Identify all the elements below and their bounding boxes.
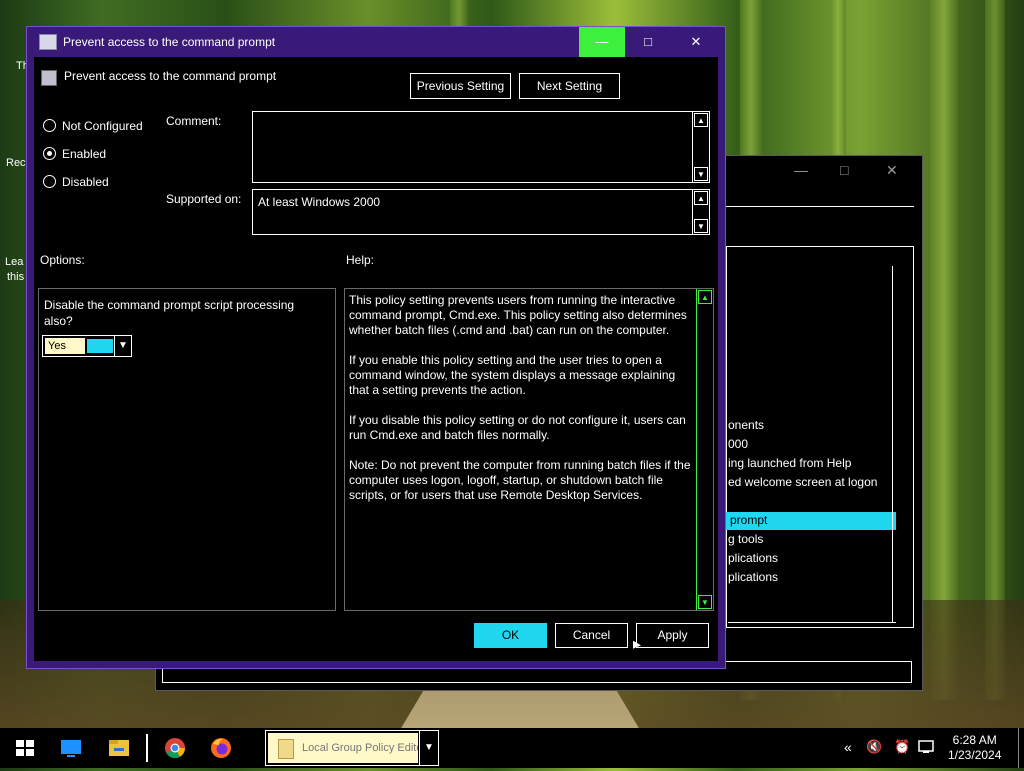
system-clock[interactable]: 6:28 AM 1/23/2024: [948, 733, 1001, 763]
scroll-down-icon[interactable]: ▼: [694, 167, 708, 181]
comment-textarea[interactable]: ▲ ▼: [252, 111, 710, 183]
next-setting-button[interactable]: Next Setting: [519, 73, 620, 99]
dropdown-value: Yes: [45, 338, 85, 354]
supported-scrollbar[interactable]: ▲ ▼: [692, 190, 709, 234]
help-label: Help:: [346, 253, 375, 267]
radio-circle: [43, 175, 56, 188]
help-scrollbar[interactable]: ▲ ▼: [696, 289, 713, 610]
ok-button[interactable]: OK: [474, 623, 547, 648]
taskbar-separator: [146, 734, 148, 762]
help-paragraph: This policy setting prevents users from …: [349, 293, 687, 337]
help-paragraph: If you enable this policy setting and th…: [349, 353, 676, 397]
list-item[interactable]: plications: [728, 570, 778, 584]
bg-vertical-scrollbar[interactable]: [892, 266, 911, 622]
close-button[interactable]: ✕: [673, 27, 719, 57]
scroll-up-icon[interactable]: ▲: [698, 290, 712, 304]
comment-label: Comment:: [166, 114, 222, 128]
chevron-down-icon[interactable]: ▼: [419, 731, 438, 765]
taskbar: Local Group Policy Editor ▼ « 🔇 ⏰ 6:28 A…: [0, 728, 1024, 768]
cancel-button[interactable]: Cancel: [555, 623, 628, 648]
help-paragraph: If you disable this policy setting or do…: [349, 413, 686, 442]
alarm-clock-icon[interactable]: ⏰: [894, 739, 910, 755]
scroll-up-icon[interactable]: ▲: [694, 191, 708, 205]
bg-close-button[interactable]: ✕: [886, 162, 898, 179]
list-item[interactable]: 000: [728, 437, 748, 451]
windows-start-icon[interactable]: [14, 728, 36, 768]
maximize-button[interactable]: □: [625, 27, 671, 57]
network-icon[interactable]: [918, 739, 934, 758]
setting-icon: [41, 70, 57, 86]
list-item[interactable]: onents: [728, 418, 764, 432]
volume-muted-icon[interactable]: 🔇: [866, 739, 882, 755]
options-label: Options:: [40, 253, 85, 267]
scroll-down-icon[interactable]: ▼: [694, 219, 708, 233]
desktop-icon-label[interactable]: Lea: [5, 256, 23, 268]
chevron-down-icon[interactable]: ▼: [114, 336, 131, 356]
radio-label: Enabled: [62, 147, 107, 161]
clock-date: 1/23/2024: [948, 748, 1002, 762]
scroll-up-icon[interactable]: ▲: [694, 113, 708, 127]
list-item[interactable]: plications: [728, 551, 778, 565]
help-paragraph: Note: Do not prevent the computer from r…: [349, 458, 691, 502]
firefox-icon[interactable]: [208, 728, 234, 768]
radio-not-configured[interactable]: Not Configured: [43, 119, 143, 133]
script-processing-dropdown[interactable]: Yes ▼: [42, 335, 132, 357]
dialog-body: Prevent access to the command prompt Pre…: [34, 57, 718, 661]
previous-setting-button[interactable]: Previous Setting: [410, 73, 511, 99]
supported-on-field: At least Windows 2000 ▲ ▼: [252, 189, 710, 235]
option-question: Disable the command prompt script proces…: [44, 298, 295, 328]
show-desktop-button[interactable]: [1018, 728, 1019, 768]
bg-minimize-button[interactable]: —: [794, 162, 808, 178]
bg-maximize-button[interactable]: □: [840, 162, 848, 178]
chrome-icon[interactable]: [162, 728, 188, 768]
supported-on-value: At least Windows 2000: [258, 195, 381, 209]
list-item[interactable]: ed welcome screen at logon: [728, 475, 877, 489]
list-item[interactable]: g tools: [728, 532, 763, 546]
apply-button[interactable]: Apply: [636, 623, 709, 648]
taskbar-group-policy-editor[interactable]: Local Group Policy Editor ▼: [265, 730, 439, 766]
supported-on-label: Supported on:: [166, 192, 242, 206]
setting-title: Prevent access to the command prompt: [64, 69, 277, 83]
policy-editor-icon: [278, 739, 294, 759]
dropdown-highlight: [87, 339, 113, 353]
bg-horizontal-scrollbar[interactable]: [728, 622, 896, 641]
desktop-icon-label[interactable]: this: [7, 271, 24, 283]
file-explorer-icon[interactable]: [106, 728, 132, 768]
options-panel: Disable the command prompt script proces…: [38, 288, 336, 611]
list-item[interactable]: ing launched from Help: [728, 456, 851, 470]
radio-label: Not Configured: [62, 119, 143, 133]
comment-scrollbar[interactable]: ▲ ▼: [692, 112, 709, 182]
policy-icon: [39, 34, 57, 50]
clock-time: 6:28 AM: [952, 733, 997, 747]
radio-enabled[interactable]: Enabled: [43, 147, 106, 161]
dialog-title: Prevent access to the command prompt: [63, 35, 276, 49]
radio-disabled[interactable]: Disabled: [43, 175, 109, 189]
dialog-title-bar[interactable]: Prevent access to the command prompt — □…: [27, 27, 725, 57]
desktop-icon-label[interactable]: Rec: [6, 157, 26, 169]
radio-circle: [43, 119, 56, 132]
minimize-button[interactable]: —: [579, 27, 625, 57]
radio-circle-checked: [43, 147, 56, 160]
help-text: This policy setting prevents users from …: [349, 293, 694, 518]
show-hidden-icons-icon[interactable]: «: [844, 739, 852, 755]
list-item-selected[interactable]: prompt: [730, 513, 767, 527]
desktop-icon[interactable]: [58, 728, 84, 768]
help-panel: This policy setting prevents users from …: [344, 288, 714, 611]
scroll-down-icon[interactable]: ▼: [698, 595, 712, 609]
radio-label: Disabled: [62, 175, 109, 189]
policy-setting-dialog: Prevent access to the command prompt — □…: [26, 26, 726, 669]
